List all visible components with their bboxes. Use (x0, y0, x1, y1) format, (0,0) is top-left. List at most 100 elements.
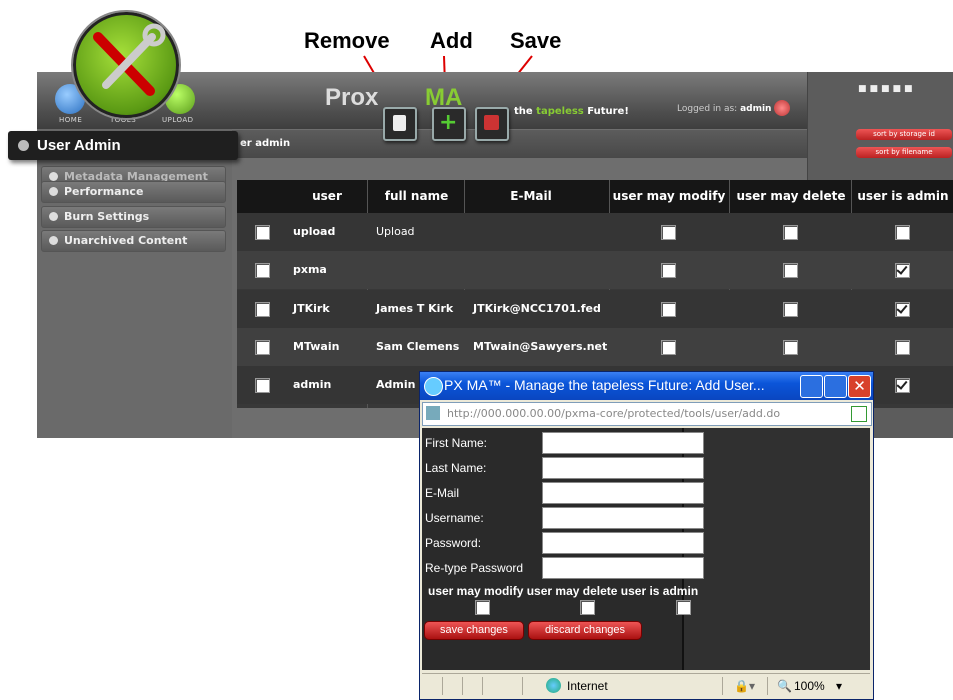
username-label: Username: (425, 511, 484, 525)
protected-mode-icon[interactable]: 🔒▾ (734, 679, 755, 693)
admin-checkbox[interactable] (895, 340, 910, 355)
address-bar[interactable]: http://000.000.00.00/pxma-core/protected… (422, 402, 872, 426)
col-full-name[interactable]: full name (369, 180, 464, 213)
discard-changes-button[interactable]: discard changes (528, 621, 642, 640)
zone-label: Internet (567, 679, 608, 693)
page-icon (426, 406, 440, 420)
row-select-checkbox[interactable] (255, 225, 270, 240)
sidebar-item-performance[interactable]: Performance (41, 181, 226, 203)
floppy-icon (484, 115, 499, 130)
save-callout: Save (510, 28, 562, 53)
add-button[interactable]: + (432, 107, 466, 141)
delete-checkbox[interactable] (783, 225, 798, 240)
sort-filename-button[interactable]: sort by filename (856, 147, 952, 158)
col-user[interactable]: user (287, 180, 367, 213)
password-label: Password: (425, 536, 482, 550)
col-modify[interactable]: user may modify (609, 180, 729, 213)
table-row[interactable]: MTwain Sam Clemens MTwain@Sawyers.net (237, 328, 953, 366)
permissions-labels: user may modify user may delete user is … (428, 584, 699, 598)
retype-password-input[interactable] (542, 557, 704, 579)
col-admin[interactable]: user is admin (855, 180, 951, 213)
user-cell: JTKirk (293, 302, 330, 315)
table-row[interactable]: pxma (237, 251, 953, 289)
full-name-cell: Upload (376, 225, 415, 238)
popup-body: First Name: Last Name: E-Mail Username: … (422, 428, 870, 670)
zoom-level[interactable]: 100% (794, 679, 825, 693)
row-select-checkbox[interactable] (255, 340, 270, 355)
save-changes-button[interactable]: save changes (424, 621, 524, 640)
col-email[interactable]: E-Mail (466, 180, 596, 213)
row-select-checkbox[interactable] (255, 302, 270, 317)
delete-checkbox[interactable] (783, 340, 798, 355)
admin-checkbox[interactable] (895, 225, 910, 240)
modify-checkbox[interactable] (661, 340, 676, 355)
user-cell: admin (293, 378, 332, 391)
action-icons[interactable]: ■■■■■ (858, 84, 928, 96)
save-button[interactable] (475, 107, 509, 141)
first-name-input[interactable] (542, 432, 704, 454)
breadcrumb: er admin (240, 138, 291, 149)
logo: Prox (325, 84, 379, 111)
modify-checkbox[interactable] (661, 302, 676, 317)
zoom-icon[interactable]: 🔍 (777, 679, 792, 693)
user-cell: upload (293, 225, 336, 238)
wrench-screwdriver-icon (93, 23, 166, 96)
admin-checkbox[interactable] (895, 378, 910, 393)
admin-checkbox[interactable] (895, 302, 910, 317)
new-user-modify-checkbox[interactable] (475, 600, 490, 615)
table-row[interactable]: JTKirk James T Kirk JTKirk@NCC1701.fed (237, 290, 953, 328)
delete-checkbox[interactable] (783, 302, 798, 317)
address-url: http://000.000.00.00/pxma-core/protected… (447, 407, 781, 420)
new-user-admin-checkbox[interactable] (676, 600, 691, 615)
email-label: E-Mail (425, 486, 460, 500)
globe-icon (546, 678, 561, 693)
zoom-dropdown-icon[interactable]: ▾ (836, 679, 842, 693)
ie-icon (424, 377, 443, 396)
status-bar: Internet 🔒▾ 🔍 100% ▾ (422, 673, 870, 698)
delete-checkbox[interactable] (783, 263, 798, 278)
last-name-label: Last Name: (425, 461, 487, 475)
sidebar-item-burn-settings[interactable]: Burn Settings (41, 206, 226, 228)
logged-in-text: Logged in as: admin (677, 104, 772, 114)
email-input[interactable] (542, 482, 704, 504)
email-cell: MTwain@Sawyers.net (473, 340, 608, 353)
remove-button[interactable] (383, 107, 417, 141)
logout-icon[interactable] (774, 100, 790, 116)
popup-title: PX MA™ - Manage the tapeless Future: Add… (444, 377, 765, 393)
row-select-checkbox[interactable] (255, 263, 270, 278)
user-cell: pxma (293, 263, 327, 276)
new-user-delete-checkbox[interactable] (580, 600, 595, 615)
table-row[interactable]: upload Upload (237, 213, 953, 251)
row-select-checkbox[interactable] (255, 378, 270, 393)
password-input[interactable] (542, 532, 704, 554)
sub-bar: er admin (232, 130, 807, 158)
table-header: user full name E-Mail user may modify us… (237, 180, 953, 213)
maximize-button[interactable] (824, 375, 847, 398)
retype-password-label: Re-type Password (425, 561, 524, 575)
sidebar-item-unarchived[interactable]: Unarchived Content (41, 230, 226, 252)
close-button[interactable]: ✕ (848, 375, 871, 398)
sidebar-item-user-admin[interactable]: User Admin (8, 131, 238, 160)
full-name-cell: Sam Clemens (376, 340, 460, 353)
add-callout: Add (430, 28, 473, 53)
username-input[interactable] (542, 507, 704, 529)
upload-label: UPLOAD (162, 116, 194, 124)
compat-icon[interactable] (851, 406, 867, 422)
last-name-input[interactable] (542, 457, 704, 479)
email-cell: JTKirk@NCC1701.fed (473, 302, 601, 315)
trash-icon (393, 115, 406, 131)
plus-icon: + (439, 110, 458, 135)
minimize-button[interactable] (800, 375, 823, 398)
col-delete[interactable]: user may delete (731, 180, 851, 213)
admin-checkbox[interactable] (895, 263, 910, 278)
add-user-popup: PX MA™ - Manage the tapeless Future: Add… (419, 371, 874, 700)
first-name-label: First Name: (425, 436, 488, 450)
modify-checkbox[interactable] (661, 263, 676, 278)
modify-checkbox[interactable] (661, 225, 676, 240)
tagline: the tapeless Future! (514, 106, 629, 117)
full-name-cell: James T Kirk (376, 302, 454, 315)
tools-icon[interactable] (73, 12, 179, 118)
sidebar: Metadata Management Performance Burn Set… (37, 129, 232, 438)
home-label: HOME (59, 116, 83, 124)
sort-storage-button[interactable]: sort by storage id (856, 129, 952, 140)
